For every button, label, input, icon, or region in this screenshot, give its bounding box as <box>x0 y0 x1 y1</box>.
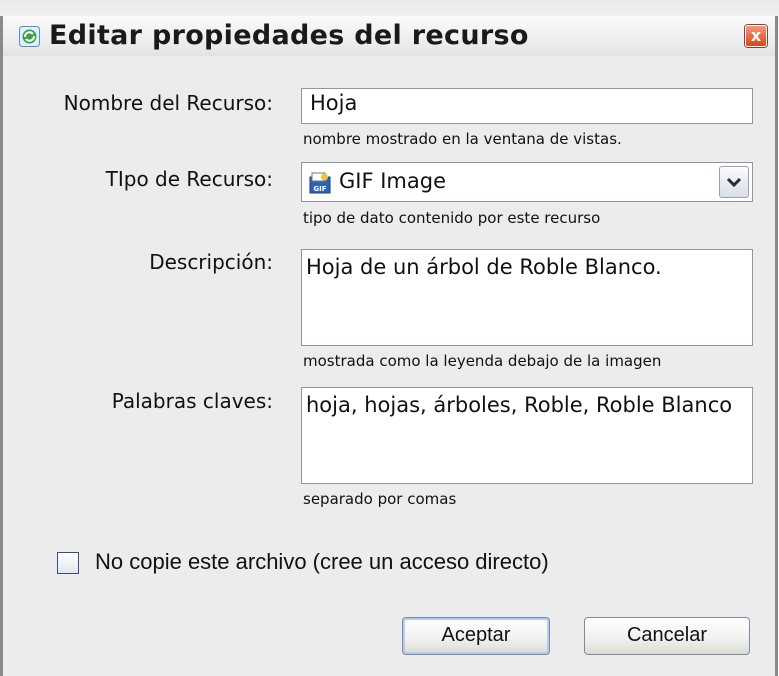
chevron-down-icon <box>726 177 742 188</box>
keywords-textarea[interactable]: hoja, hojas, árboles, Roble, Roble Blanc… <box>301 387 753 484</box>
description-textarea[interactable]: Hoja de un árbol de Roble Blanco. <box>301 249 753 346</box>
accept-button[interactable]: Aceptar <box>402 617 550 655</box>
name-input[interactable]: Hoja <box>301 88 753 124</box>
svg-text:GIF: GIF <box>313 185 326 193</box>
app-icon <box>19 26 40 47</box>
type-select-value: GIF Image <box>339 169 446 193</box>
no-copy-checkbox[interactable] <box>57 552 79 574</box>
dialog-title: Editar propiedades del recurso <box>49 20 529 51</box>
keywords-hint: separado por comas <box>303 490 457 508</box>
name-hint: nombre mostrado en la ventana de vistas. <box>303 130 622 148</box>
no-copy-label[interactable]: No copie este archivo (cree un acceso di… <box>95 549 549 575</box>
name-label: Nombre del Recurso: <box>63 91 273 115</box>
description-hint: mostrada como la leyenda debajo de la im… <box>303 352 662 370</box>
description-label: Descripción: <box>149 250 273 274</box>
close-icon: x <box>750 26 762 45</box>
keywords-label: Palabras claves: <box>111 389 273 413</box>
type-label: TIpo de Recurso: <box>105 167 273 191</box>
type-select[interactable]: GIF GIF Image <box>301 162 753 202</box>
type-hint: tipo de dato contenido por este recurso <box>303 209 601 227</box>
properties-dialog: Editar propiedades del recurso x Nombre … <box>0 16 778 676</box>
dropdown-arrow-button[interactable] <box>719 166 749 198</box>
gif-file-icon: GIF <box>309 172 331 194</box>
cancel-button[interactable]: Cancelar <box>584 617 750 655</box>
dialog-titlebar[interactable]: Editar propiedades del recurso x <box>3 16 775 56</box>
close-button[interactable]: x <box>745 25 767 47</box>
